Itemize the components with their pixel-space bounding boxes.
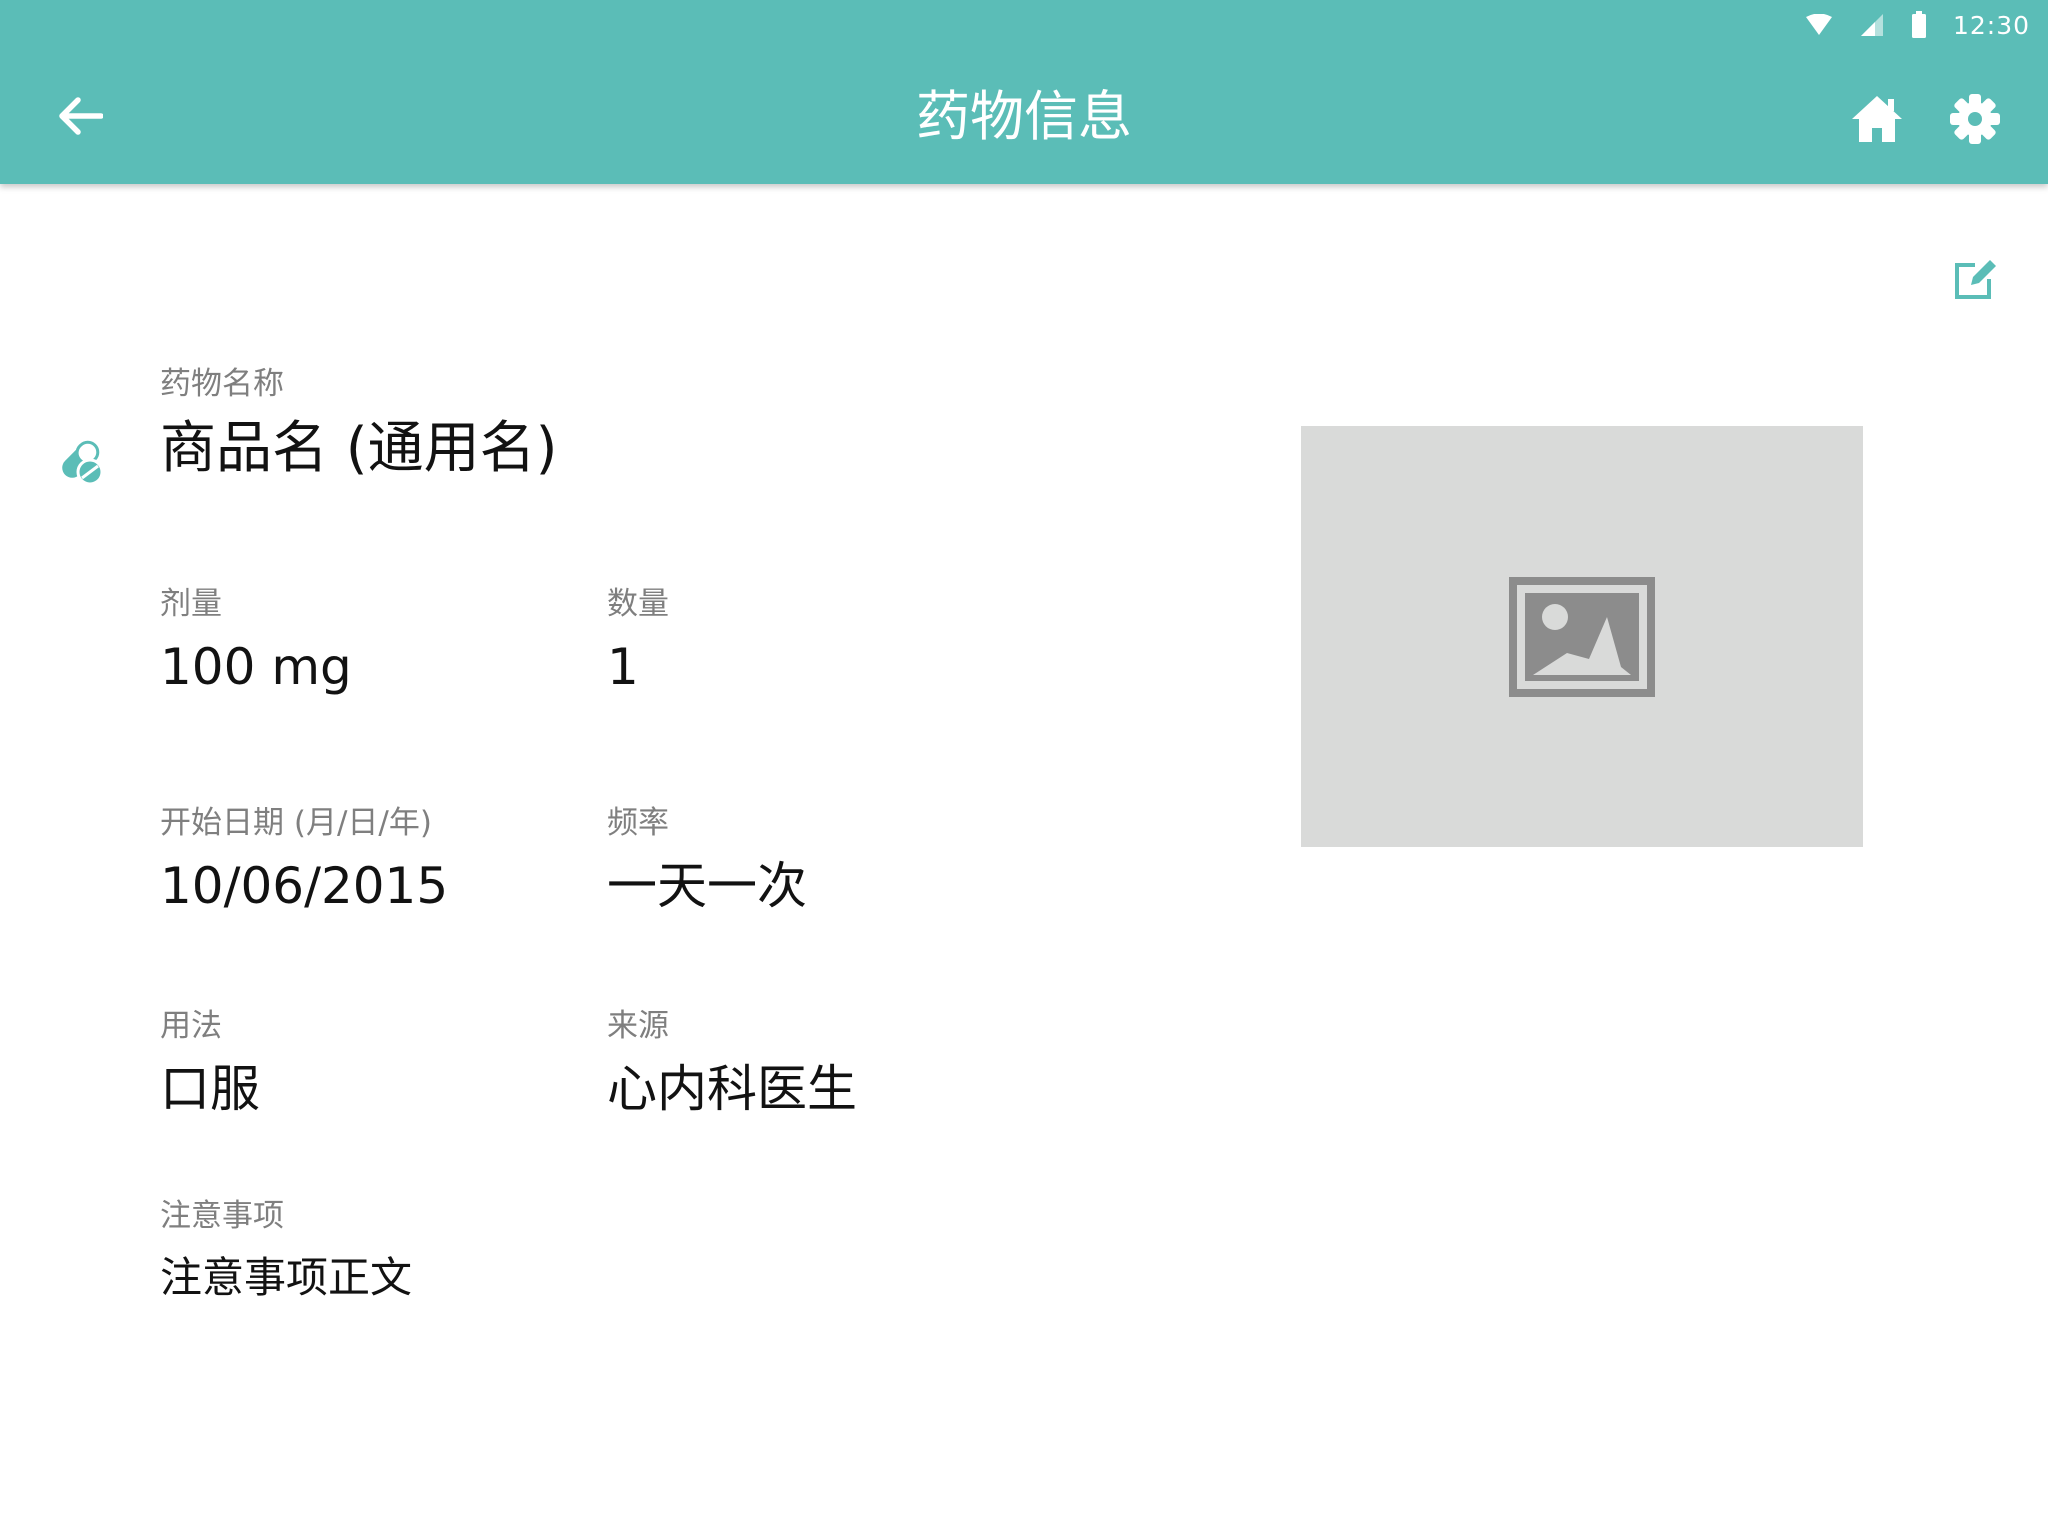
settings-button[interactable]	[1944, 88, 2006, 150]
pill-icon	[62, 440, 104, 486]
status-bar: 12:30	[1805, 8, 2030, 42]
edit-button[interactable]	[1950, 252, 2002, 304]
notes-value: 注意事项正文	[160, 1253, 413, 1302]
home-button[interactable]	[1846, 88, 1908, 150]
dose-label: 剂量	[160, 586, 222, 622]
source-value: 心内科医生	[607, 1060, 857, 1118]
home-icon	[1852, 96, 1902, 142]
battery-icon	[1911, 11, 1926, 38]
source-field: 来源 心内科医生	[607, 1006, 857, 1120]
signal-icon	[1860, 14, 1883, 36]
edit-icon	[1955, 260, 1996, 299]
start-date-label: 开始日期 (月/日/年)	[160, 805, 432, 841]
notes-field: 注意事项 注意事项正文	[160, 1196, 412, 1306]
start-date-value: 10/06/2015	[160, 857, 449, 915]
drug-name-value: 商品名 (通用名)	[160, 416, 558, 481]
quantity-field: 数量 1	[607, 584, 669, 698]
quantity-value: 1	[607, 638, 639, 696]
frequency-value: 一天一次	[607, 857, 807, 915]
source-label: 来源	[607, 1008, 669, 1044]
wifi-icon	[1805, 14, 1832, 35]
usage-label: 用法	[160, 1008, 222, 1044]
notes-label: 注意事项	[160, 1198, 284, 1234]
status-time: 12:30	[1952, 10, 2030, 40]
drug-name-label: 药物名称	[160, 366, 284, 402]
frequency-field: 频率 一天一次	[607, 803, 807, 917]
page-title: 药物信息	[916, 85, 1132, 148]
image-placeholder-icon	[1509, 576, 1655, 697]
app-bar: 12:30 药物信息	[0, 0, 2048, 184]
quantity-label: 数量	[607, 586, 669, 622]
drug-photo-placeholder[interactable]	[1301, 426, 1863, 847]
dose-field: 剂量 100 mg	[160, 584, 352, 698]
dose-value: 100 mg	[160, 638, 352, 696]
gear-icon	[1950, 94, 2000, 144]
usage-field: 用法 口服	[160, 1006, 260, 1120]
start-date-field: 开始日期 (月/日/年) 10/06/2015	[160, 803, 448, 917]
frequency-label: 频率	[607, 805, 669, 841]
drug-name-field: 药物名称 商品名 (通用名)	[160, 364, 558, 484]
usage-value: 口服	[160, 1060, 260, 1118]
